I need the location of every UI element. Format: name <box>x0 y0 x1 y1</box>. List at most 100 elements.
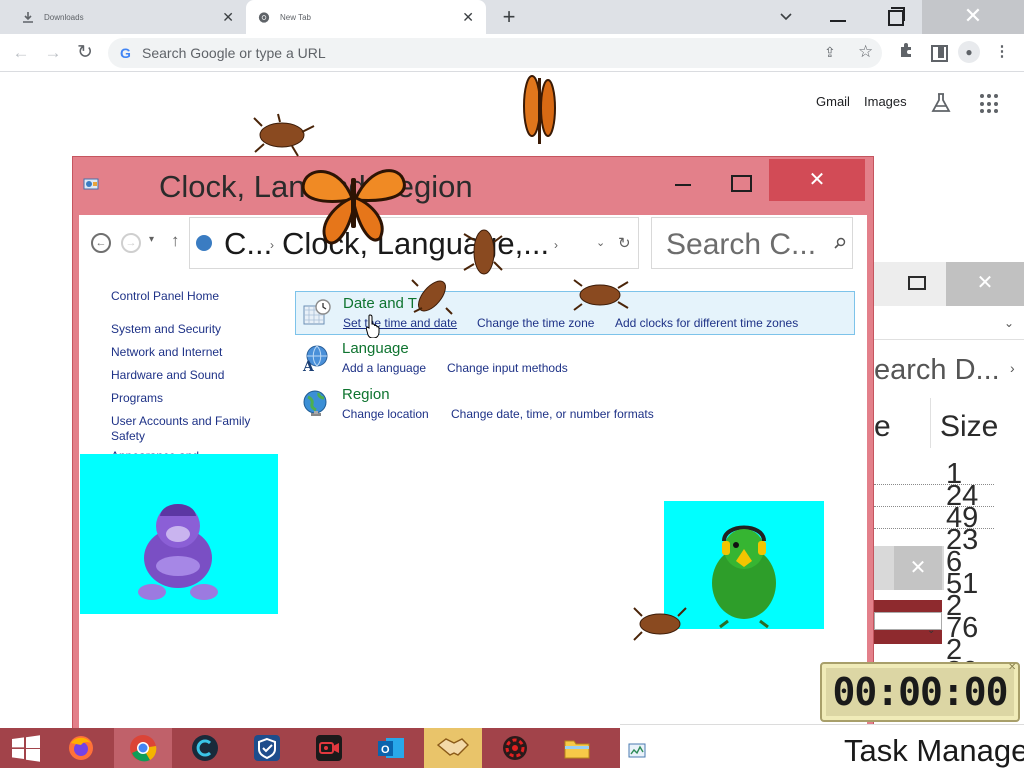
cockroach-icon[interactable] <box>632 604 688 644</box>
labs-flask-icon[interactable] <box>930 92 952 114</box>
start-button[interactable] <box>0 728 52 768</box>
close-window-button[interactable]: ✕ <box>922 0 1024 34</box>
globe-icon <box>301 389 331 419</box>
parrot-pet-icon[interactable] <box>664 501 824 629</box>
file-explorer-icon[interactable] <box>548 728 606 768</box>
close-tab-icon[interactable]: ✕ <box>462 9 474 26</box>
close-icon[interactable]: ✕ <box>1008 662 1016 673</box>
cockroach-icon[interactable] <box>460 220 504 280</box>
minimize-button[interactable] <box>673 171 695 193</box>
address-bar[interactable]: C... › Clock, Language,... › ⌄ ↻ <box>189 217 639 269</box>
omnibox[interactable]: G Search Google or type a URL ⇪ ☆ <box>108 38 882 68</box>
reload-icon[interactable]: ↻ <box>74 42 96 64</box>
tab-new-tab[interactable]: New Tab ✕ <box>246 0 486 34</box>
task-manager-background-window: ✕ ⌄ earch D... › e Size 1 24 49 23 6 51 … <box>874 262 1024 724</box>
search-icon[interactable] <box>834 236 846 249</box>
close-tab-icon[interactable]: ✕ <box>222 9 234 26</box>
butterfly-icon[interactable] <box>520 70 560 148</box>
nav-system-and-security[interactable]: System and Security <box>111 322 221 337</box>
link-change-time-zone[interactable]: Change the time zone <box>477 316 594 330</box>
shield-icon[interactable] <box>238 728 296 768</box>
refresh-icon[interactable]: ↻ <box>618 234 631 252</box>
monkey-pet-icon[interactable] <box>80 454 278 614</box>
tab-downloads[interactable]: Downloads ✕ <box>10 0 246 34</box>
omnibox-placeholder[interactable]: Search Google or type a URL <box>142 45 326 61</box>
back-arrow-icon[interactable]: ← <box>91 233 111 253</box>
ccleaner-icon[interactable] <box>176 728 234 768</box>
close-button[interactable]: ✕ <box>946 262 1024 306</box>
gear-red-icon[interactable] <box>486 728 544 768</box>
outlook-icon[interactable]: O <box>362 728 420 768</box>
dropdown-field[interactable]: ⌄ <box>874 612 942 636</box>
google-apps-icon[interactable] <box>980 94 1000 114</box>
handshake-icon[interactable] <box>424 728 482 768</box>
download-icon <box>22 11 34 23</box>
address-dropdown-icon[interactable]: ⌄ <box>596 236 605 249</box>
gmail-link[interactable]: Gmail <box>816 94 850 109</box>
screen-recorder-icon[interactable] <box>300 728 358 768</box>
forward-arrow-icon[interactable]: → <box>42 42 64 64</box>
column-header-name[interactable]: e <box>874 410 891 444</box>
link-change-location[interactable]: Change location <box>342 407 429 421</box>
link-add-clocks[interactable]: Add clocks for different time zones <box>615 316 798 330</box>
cockroach-icon[interactable] <box>252 112 316 158</box>
nav-control-panel-home[interactable]: Control Panel Home <box>111 289 219 304</box>
up-arrow-icon[interactable]: ↑ <box>171 231 180 251</box>
cockroach-icon[interactable] <box>410 274 454 318</box>
breadcrumb-chevron-icon[interactable]: › <box>270 238 274 252</box>
chevron-down-icon[interactable]: ⌄ <box>1004 316 1014 330</box>
task-manager-search[interactable]: earch D... <box>874 354 1000 387</box>
row-divider <box>874 528 994 529</box>
task-manager-window-strip[interactable]: Task Manage <box>620 724 1024 768</box>
extensions-puzzle-icon[interactable] <box>896 42 916 62</box>
dialog-dropdown-strip: ⌄ <box>874 600 942 644</box>
tab-search-chevron-icon[interactable] <box>778 8 794 24</box>
profile-avatar-icon[interactable]: ● <box>958 41 980 63</box>
control-panel-titlebar[interactable]: Clock, Lan and Region ✕ <box>73 157 873 215</box>
link-set-time-and-date[interactable]: Set the time and date <box>343 316 457 330</box>
butterfly-icon[interactable] <box>300 158 408 250</box>
bookmark-star-icon[interactable]: ☆ <box>858 42 873 62</box>
search-input[interactable]: Search C... <box>651 217 853 269</box>
close-button[interactable]: ✕ <box>894 546 942 590</box>
category-title[interactable]: Region <box>342 386 390 403</box>
category-title[interactable]: Date and T <box>343 295 417 312</box>
close-button[interactable]: ✕ <box>769 159 865 201</box>
chevron-right-icon[interactable]: › <box>1010 360 1015 376</box>
back-arrow-icon[interactable]: ← <box>10 42 32 64</box>
category-language[interactable]: A Language Add a language Change input m… <box>295 337 855 381</box>
firefox-icon[interactable] <box>52 728 110 768</box>
stopwatch-widget[interactable]: 00:00:00 ✕ <box>820 662 1020 722</box>
images-link[interactable]: Images <box>864 94 907 109</box>
breadcrumb-control-panel[interactable]: C... <box>224 226 272 262</box>
category-region[interactable]: Region Change location Change date, time… <box>295 383 855 427</box>
maximize-button[interactable] <box>908 276 926 290</box>
kebab-menu-icon[interactable]: ⋮ <box>992 42 1012 62</box>
tab-title: Downloads <box>44 12 84 22</box>
link-change-formats[interactable]: Change date, time, or number formats <box>451 407 654 421</box>
nav-programs[interactable]: Programs <box>111 391 163 406</box>
forward-arrow-icon[interactable]: → <box>121 233 141 253</box>
new-tab-button[interactable]: + <box>498 4 520 30</box>
breadcrumb-chevron-icon[interactable]: › <box>554 238 558 252</box>
chrome-icon[interactable] <box>114 728 172 768</box>
row-divider <box>874 484 994 485</box>
cockroach-icon[interactable] <box>572 278 630 312</box>
link-change-input-methods[interactable]: Change input methods <box>447 361 568 375</box>
restore-button[interactable] <box>876 0 912 34</box>
column-header-size[interactable]: Size <box>940 410 998 444</box>
chevron-down-icon[interactable]: ⌄ <box>927 625 935 636</box>
share-icon[interactable]: ⇪ <box>824 44 836 61</box>
category-title[interactable]: Language <box>342 340 409 357</box>
svg-text:O: O <box>381 744 390 756</box>
nav-user-accounts[interactable]: User Accounts and Family Safety <box>111 414 271 444</box>
maximize-button[interactable] <box>729 171 752 193</box>
recent-locations-chevron-icon[interactable]: ▾ <box>149 234 154 245</box>
minimize-button[interactable] <box>820 0 856 34</box>
link-add-language[interactable]: Add a language <box>342 361 426 375</box>
side-panel-icon[interactable] <box>928 42 948 62</box>
nav-network-and-internet[interactable]: Network and Internet <box>111 345 222 360</box>
browser-toolbar: ← → ↻ G Search Google or type a URL ⇪ ☆ … <box>0 34 1024 72</box>
nav-hardware-and-sound[interactable]: Hardware and Sound <box>111 368 224 383</box>
timer-display: 00:00:00 <box>826 668 1014 716</box>
